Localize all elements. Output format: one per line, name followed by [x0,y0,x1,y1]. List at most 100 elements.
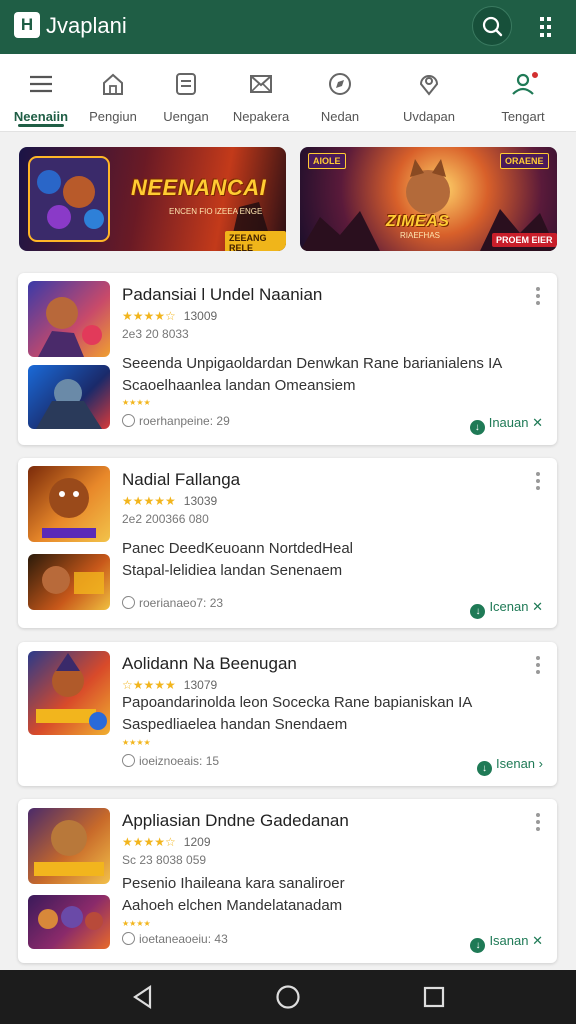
app-card[interactable]: Nadial Fallanga ★★★★★ 13039 2e2 200366 08… [18,458,557,628]
app-size: ioeiznoeais: 15 [122,754,219,768]
overflow-menu-icon[interactable] [535,656,541,676]
home-button[interactable] [273,982,303,1012]
notification-badge [530,70,540,80]
app-thumbnail [28,466,110,542]
tab-uengan[interactable]: Uengan [145,54,227,132]
more-menu-button[interactable] [530,12,560,42]
home-icon [103,73,123,95]
tab-pengiun[interactable]: Pengiun [72,54,154,132]
tab-label: Pengiun [89,109,137,124]
game-screenshot-art [36,379,102,429]
recents-square-icon [423,986,445,1008]
banner-tag: PROEM EIER [492,233,557,247]
tab-label: Nedan [320,109,360,124]
category-tabs: Neenaiin Pengiun Uengan Nepakera Nedan U… [0,54,576,132]
app-description: Saspedliaelea handan Snendaem [122,716,348,733]
tab-uvdapan[interactable]: Uvdapan [388,54,470,132]
banner-badge: AIOLE [308,153,346,169]
banner-tag: ZEEANG RELE [225,231,286,251]
recents-button[interactable] [419,982,449,1012]
back-button[interactable] [128,982,158,1012]
app-description: Panec DeedKeuoann NortdedHeal [122,540,353,557]
tab-nedan[interactable]: Nedan [299,54,381,132]
mini-star-icon: ★★★★ [122,398,151,407]
game-character-art [36,653,107,730]
promo-banner-2[interactable]: AIOLE ORAENE ZIMEAS RIAEFHAS PROEM EIER [300,147,557,251]
app-thumbnail [28,651,110,735]
banner-subtitle: ENCEN FIO IZEEA ENGE [169,207,263,216]
app-meta: 2e3 20 8033 [122,327,189,341]
app-title: Jvaplani [46,13,127,38]
more-vertical-icon [540,17,551,37]
star-rating-icon: ☆★★★★ [122,678,176,692]
tab-label: Neenaiin [13,109,69,124]
tab-neenaiin[interactable]: Neenaiin [0,54,82,132]
star-rating-icon: ★★★★☆ [122,309,176,323]
banner-badge: ORAENE [500,153,549,169]
location-icon [419,75,439,96]
search-icon [482,16,503,37]
overflow-menu-icon[interactable] [535,472,541,492]
game-character-art [34,820,104,876]
tab-label: Tengart [501,109,545,124]
install-button[interactable]: ↓ Isenan › [477,756,543,776]
install-button[interactable]: ↓ Isanan ✕ [470,933,543,953]
app-screenshot [28,365,110,429]
tab-nepakera[interactable]: Nepakera [220,54,302,132]
app-size: ioetaneaoeiu: 43 [122,932,228,946]
back-triangle-icon [133,984,152,1010]
download-icon: ↓ [477,761,492,776]
app-description: Seeenda Unpigaoldardan Denwkan Rane bari… [122,355,503,372]
download-icon: ↓ [469,420,485,435]
install-button[interactable]: ↓ Icenan ✕ [470,599,543,619]
app-thumbnail [28,281,110,357]
app-description: Papoandarinolda leon Socecka Rane bapian… [122,694,473,711]
game-screenshot-art [38,906,103,930]
app-logo: H [14,12,40,38]
active-tab-indicator [18,124,64,127]
app-description: Stapal-lelidiea landan Senenaem [122,562,343,579]
rating: ☆★★★★ 13079 [122,678,218,692]
envelope-icon [250,75,272,93]
app-screenshot [28,554,110,610]
app-screenshot [28,895,110,949]
banner-title: NEENANCAI [131,175,267,200]
app-bar: H Jvaplani [0,0,576,54]
app-title: Appliasian Dndne Gadedanan [122,811,349,830]
overflow-menu-icon[interactable] [535,813,541,833]
tab-label: Nepakera [232,109,290,124]
game-screenshot-art [42,566,104,594]
app-card[interactable]: Appliasian Dndne Gadedanan ★★★★☆ 1209 Sc … [18,799,557,963]
mini-star-icon: ★★★★ [122,738,151,747]
install-button[interactable]: ↓ Inauan ✕ [469,415,543,435]
mini-star-icon: ★★★★ [122,919,151,928]
info-icon [122,754,135,767]
rating: ★★★★☆ 13009 [122,309,218,323]
app-card[interactable]: Aolidann Na Beenugan ☆★★★★ 13079 Papoanda… [18,642,557,786]
app-title: Padansiai l Undel Naanian [122,285,323,304]
star-rating-icon: ★★★★☆ [122,835,176,849]
tab-label: Uengan [163,109,209,124]
info-icon [122,414,135,427]
document-icon [176,73,196,95]
info-icon [122,932,135,945]
app-card[interactable]: Padansiai l Undel Naanian ★★★★☆ 13009 2e3… [18,273,557,445]
info-icon [122,596,135,609]
app-title: Nadial Fallanga [122,470,241,489]
game-character-art [42,478,96,538]
tab-tengart[interactable]: Tengart [482,54,564,132]
app-size: roerhanpeine: 29 [122,414,230,428]
search-button[interactable] [472,6,512,46]
overflow-menu-icon[interactable] [535,287,541,307]
home-circle-icon [276,985,300,1009]
system-nav-bar [0,970,576,1024]
rating: ★★★★☆ 1209 [122,835,211,849]
promo-banner-1[interactable]: NEENANCAI ENCEN FIO IZEEA ENGE ZEEANG RE… [19,147,286,251]
app-description: Pesenio Ihaileana kara sanaliroer [122,875,345,892]
game-character-art [38,297,102,357]
banner-subtitle: RIAEFHAS [400,231,441,240]
app-description: Scaoelhaanlea landan Omeansiem [122,377,356,394]
app-size: roerianaeo7: 23 [122,596,223,610]
menu-icon [30,75,52,93]
app-description: Aahoeh elchen Mandelatanadam [122,897,343,914]
